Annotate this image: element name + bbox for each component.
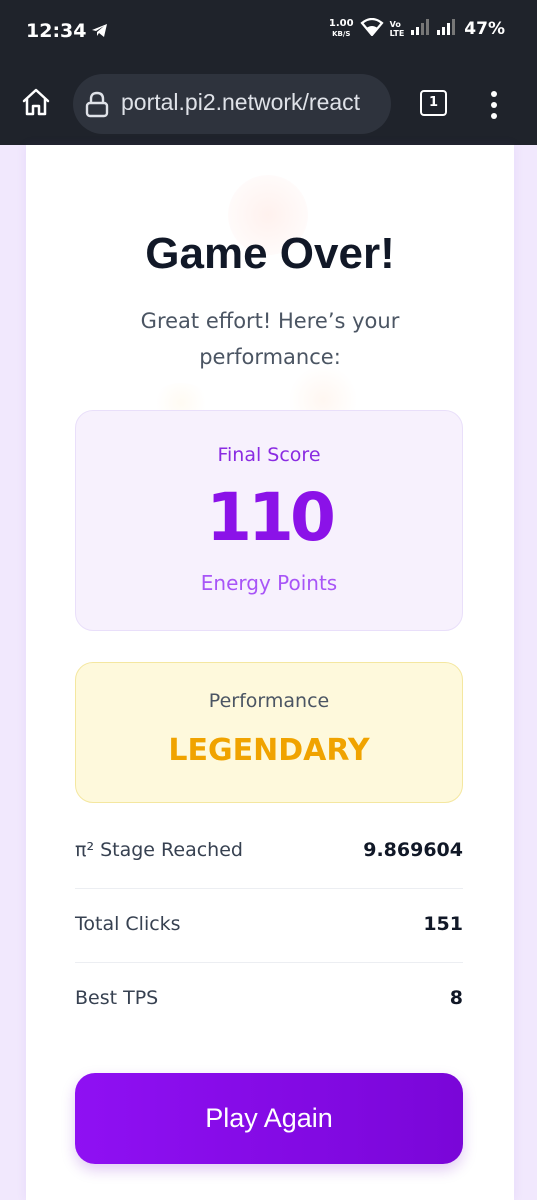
- stat-row-clicks: Total Clicks 151: [75, 889, 463, 963]
- final-score-panel: Final Score 110 Energy Points: [75, 410, 463, 631]
- stat-label: Total Clicks: [75, 913, 181, 935]
- page-title: Game Over!: [145, 229, 395, 278]
- stat-row-stage: π² Stage Reached 9.869604: [75, 815, 463, 889]
- volte-indicator: Vo LTE: [390, 20, 405, 38]
- game-over-card: Game Over! Great effort! Here’s your per…: [26, 145, 514, 1200]
- telegram-icon: [91, 23, 108, 42]
- wifi-icon: [360, 17, 384, 40]
- performance-panel: Performance LEGENDARY: [75, 662, 463, 803]
- play-again-button[interactable]: Play Again: [75, 1073, 463, 1164]
- volte-line-2: LTE: [389, 29, 405, 38]
- final-score-unit: Energy Points: [200, 571, 338, 595]
- performance-rating: LEGENDARY: [168, 733, 370, 768]
- home-icon: [22, 88, 50, 116]
- stat-value: 151: [423, 913, 463, 935]
- browser-toolbar: portal.pi2.network/react 1: [0, 64, 537, 145]
- tab-switcher-button[interactable]: 1: [420, 90, 447, 116]
- menu-dot: [491, 113, 497, 119]
- final-score-value: 110: [206, 479, 336, 556]
- status-bar: 12:34 1.00 KB/S Vo LTE 47%: [0, 0, 537, 64]
- network-speed: 1.00 KB/S: [329, 19, 354, 39]
- speed-unit: KB/S: [332, 30, 351, 38]
- speed-value: 1.00: [328, 18, 354, 29]
- status-time: 12:34: [26, 20, 87, 42]
- final-score-label: Final Score: [217, 444, 321, 466]
- battery-level: 47%: [464, 19, 505, 39]
- performance-label: Performance: [208, 690, 330, 712]
- home-button[interactable]: [20, 86, 52, 118]
- signal-icon-sim2: [436, 18, 456, 40]
- menu-dot: [491, 102, 497, 108]
- address-bar[interactable]: portal.pi2.network/react: [73, 74, 391, 134]
- stat-row-tps: Best TPS 8: [75, 963, 463, 1037]
- stat-label: Best TPS: [75, 987, 159, 1009]
- overflow-menu-button[interactable]: [490, 91, 498, 119]
- url-text: portal.pi2.network/react: [121, 89, 361, 115]
- page-subtitle: Great effort! Here’s your performance:: [140, 309, 400, 369]
- signal-icon-sim1: [410, 18, 430, 40]
- volte-line-1: Vo: [389, 20, 401, 29]
- status-indicators: 1.00 KB/S Vo LTE 47%: [329, 17, 505, 40]
- lock-icon: [85, 91, 109, 122]
- stat-label: π² Stage Reached: [75, 839, 243, 861]
- menu-dot: [491, 91, 497, 97]
- stat-value: 8: [449, 987, 463, 1009]
- stat-value: 9.869604: [363, 839, 463, 861]
